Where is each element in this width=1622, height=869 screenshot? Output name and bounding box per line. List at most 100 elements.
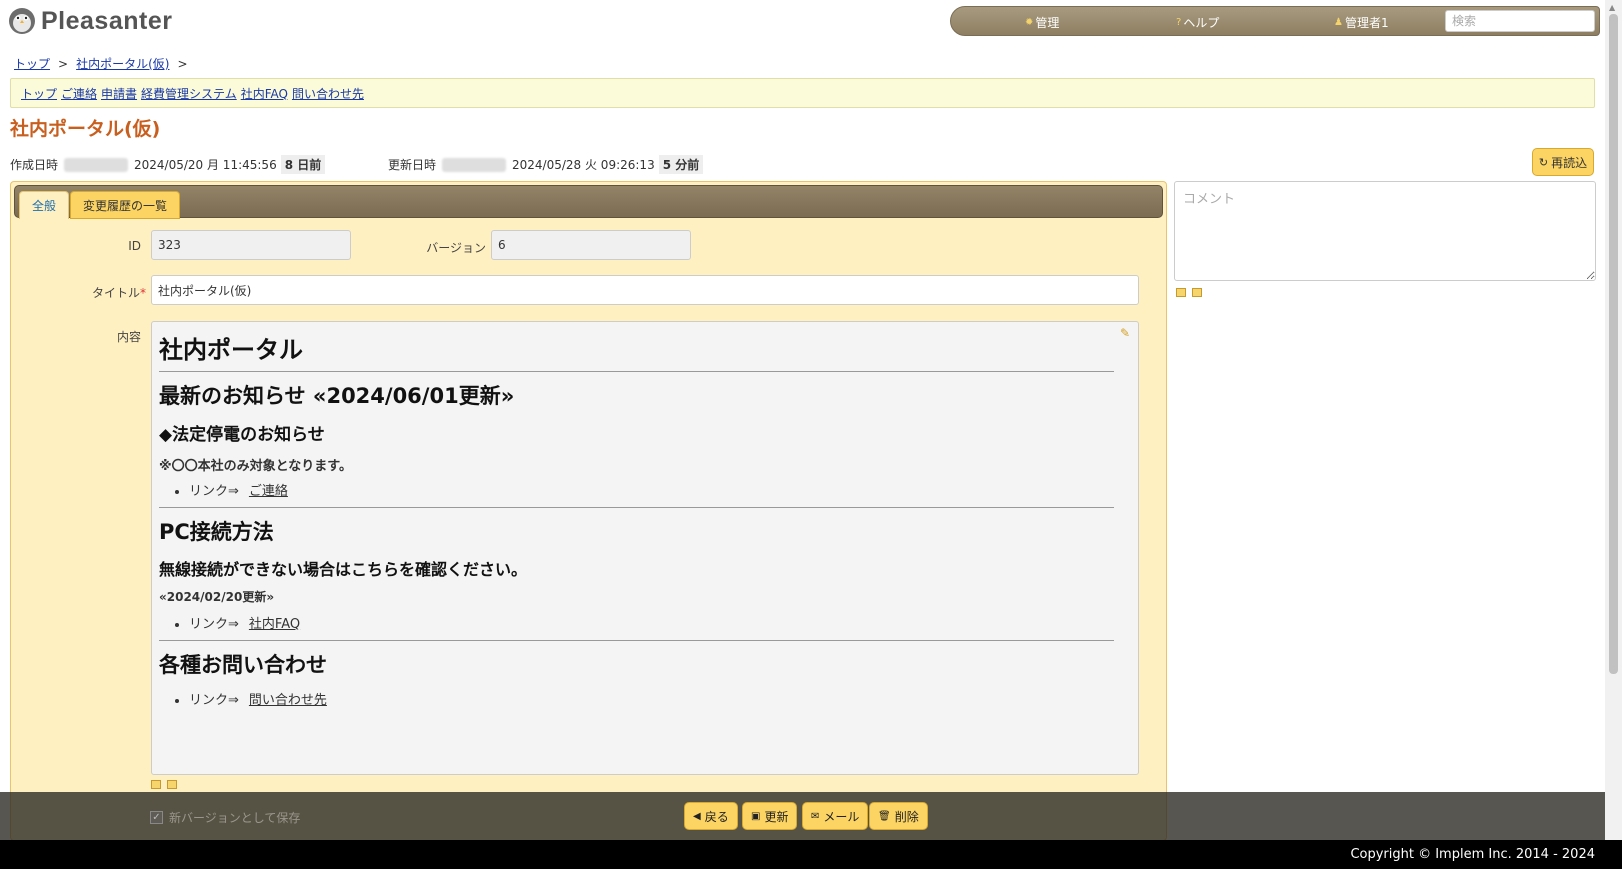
- breadcrumb-top[interactable]: トップ: [14, 55, 50, 72]
- link-expense-system[interactable]: 経費管理システム: [141, 85, 237, 102]
- save-as-new-version-label: 新バージョンとして保存: [169, 811, 301, 825]
- update-button[interactable]: ▣ 更新: [742, 802, 798, 830]
- updated-relative: 5 分前: [658, 155, 704, 174]
- reload-label: 再読込: [1551, 155, 1588, 170]
- content-link-contact[interactable]: 問い合わせ先: [249, 693, 327, 708]
- required-mark: *: [140, 286, 146, 300]
- logo-text: Pleasanter: [41, 6, 173, 35]
- nav-help[interactable]: ? ヘルプ: [1176, 14, 1219, 31]
- version-field: 6: [491, 230, 691, 260]
- link-notice[interactable]: ご連絡: [61, 85, 97, 102]
- content-heading-outage: ◆法定停電のお知らせ: [159, 425, 325, 445]
- divider: [159, 640, 1114, 641]
- link-prefix: リンク⇒: [189, 617, 239, 632]
- version-label: バージョン: [426, 241, 486, 255]
- created-label: 作成日時: [10, 158, 59, 172]
- content-viewer[interactable]: ✎ 社内ポータル 最新のお知らせ «2024/06/01更新» ◆法定停電のお知…: [151, 321, 1139, 775]
- updated-by-avatar: [442, 157, 507, 172]
- breadcrumb-separator: >: [58, 56, 69, 71]
- divider: [159, 507, 1114, 508]
- content-heading-wireless: 無線接続ができない場合はこちらを確認ください。: [159, 560, 528, 579]
- comment-attach-icons: [1176, 288, 1202, 297]
- file-upload-icon[interactable]: [1192, 288, 1202, 297]
- created-relative: 8 日前: [280, 155, 326, 174]
- image-upload-icon[interactable]: [151, 780, 161, 789]
- save-as-new-version[interactable]: ✓ 新バージョンとして保存: [150, 809, 300, 826]
- breadcrumb: トップ > 社内ポータル(仮) >: [14, 55, 188, 72]
- content-wireless-date: «2024/02/20更新»: [159, 590, 275, 604]
- tab-general[interactable]: 全般: [19, 191, 70, 219]
- list-item: リンク⇒ ご連絡: [189, 480, 1114, 499]
- title-input[interactable]: 社内ポータル(仮): [151, 275, 1139, 305]
- vertical-scrollbar[interactable]: ▲: [1605, 0, 1622, 840]
- link-application[interactable]: 申請書: [101, 85, 137, 102]
- nav-admin[interactable]: ✹ 管理: [1025, 14, 1059, 31]
- link-top[interactable]: トップ: [21, 85, 57, 102]
- delete-button[interactable]: 🗑 削除: [869, 802, 928, 830]
- trash-icon: 🗑: [878, 810, 891, 822]
- created-meta: 作成日時 2024/05/20 月 11:45:56 8 日前: [10, 155, 326, 174]
- nav-admin-label: 管理: [1035, 16, 1060, 30]
- save-as-new-version-checkbox[interactable]: ✓: [150, 811, 163, 824]
- link-prefix: リンク⇒: [189, 484, 239, 499]
- comment-input[interactable]: [1174, 181, 1596, 281]
- breadcrumb-separator: >: [177, 56, 188, 71]
- content-list: リンク⇒ ご連絡: [189, 480, 1114, 499]
- top-navigation: ✹ 管理 ? ヘルプ ♟ 管理者1: [950, 6, 1600, 36]
- content-link-faq[interactable]: 社内FAQ: [249, 617, 300, 632]
- content-attach-icons: [151, 780, 177, 789]
- mail-icon: ✉: [811, 810, 820, 822]
- id-label: ID: [128, 239, 141, 253]
- scroll-up-icon[interactable]: ▲: [1609, 3, 1615, 12]
- content-list: リンク⇒ 社内FAQ: [189, 613, 1114, 632]
- app-logo[interactable]: Pleasanter: [7, 6, 172, 36]
- user-icon: ♟: [1334, 17, 1343, 28]
- content-heading-news: 最新のお知らせ «2024/06/01更新»: [159, 384, 515, 408]
- content-heading-portal: 社内ポータル: [159, 336, 303, 364]
- editor-panel: 全般 変更履歴の一覧 ID 323 バージョン 6 タイトル* 社内ポータル(仮…: [10, 181, 1167, 841]
- updated-meta: 更新日時 2024/05/28 火 09:26:13 5 分前: [388, 155, 704, 174]
- page-title: 社内ポータル(仮): [10, 118, 161, 140]
- nav-user[interactable]: ♟ 管理者1: [1334, 14, 1389, 31]
- mail-label: メール: [823, 809, 860, 824]
- tab-bar: 全般 変更履歴の一覧: [14, 185, 1163, 219]
- gear-icon: ✹: [1025, 17, 1034, 28]
- delete-label: 削除: [894, 809, 919, 824]
- scrollbar-thumb[interactable]: [1609, 14, 1618, 674]
- content-heading-pc: PC接続方法: [159, 520, 274, 544]
- pleasanter-bird-icon: [9, 8, 35, 34]
- updated-date: 2024/05/28 火 09:26:13: [512, 158, 655, 172]
- link-faq[interactable]: 社内FAQ: [241, 85, 288, 102]
- link-contact[interactable]: 問い合わせ先: [292, 85, 364, 102]
- content-list: リンク⇒ 問い合わせ先: [189, 689, 1114, 708]
- question-icon: ?: [1176, 17, 1182, 28]
- reload-icon: ↻: [1538, 155, 1549, 169]
- site-link-bar: トップ ご連絡 申請書 経費管理システム 社内FAQ 問い合わせ先: [10, 78, 1595, 108]
- divider: [159, 371, 1114, 372]
- back-arrow-icon: ◀: [693, 810, 701, 822]
- created-date: 2024/05/20 月 11:45:56: [134, 158, 277, 172]
- content-heading-inquiry: 各種お問い合わせ: [159, 653, 327, 677]
- pencil-icon[interactable]: ✎: [1120, 326, 1130, 340]
- update-label: 更新: [764, 809, 789, 824]
- search-input[interactable]: [1445, 10, 1595, 32]
- nav-user-label: 管理者1: [1344, 16, 1389, 30]
- updated-label: 更新日時: [388, 158, 437, 172]
- mail-button[interactable]: ✉ メール: [802, 802, 869, 830]
- nav-help-label: ヘルプ: [1183, 16, 1220, 30]
- list-item: リンク⇒ 社内FAQ: [189, 613, 1114, 632]
- content-link-notice[interactable]: ご連絡: [249, 484, 288, 499]
- reload-button[interactable]: ↻ 再読込: [1532, 148, 1594, 176]
- breadcrumb-current[interactable]: 社内ポータル(仮): [76, 55, 169, 72]
- tab-history[interactable]: 変更履歴の一覧: [70, 191, 181, 219]
- image-upload-icon[interactable]: [1176, 288, 1186, 297]
- created-by-avatar: [64, 157, 129, 172]
- back-button[interactable]: ◀ 戻る: [684, 802, 738, 830]
- command-bar: ✓ 新バージョンとして保存 ◀ 戻る ▣ 更新 ✉ メール 🗑 削除: [0, 792, 1605, 840]
- file-upload-icon[interactable]: [167, 780, 177, 789]
- id-field: 323: [151, 230, 351, 260]
- title-label-text: タイトル: [91, 286, 140, 300]
- list-item: リンク⇒ 問い合わせ先: [189, 689, 1114, 708]
- footer-copyright: Copyright © Implem Inc. 2014 - 2024: [0, 840, 1622, 869]
- content-outage-note: ※〇〇本社のみ対象となります。: [159, 459, 352, 474]
